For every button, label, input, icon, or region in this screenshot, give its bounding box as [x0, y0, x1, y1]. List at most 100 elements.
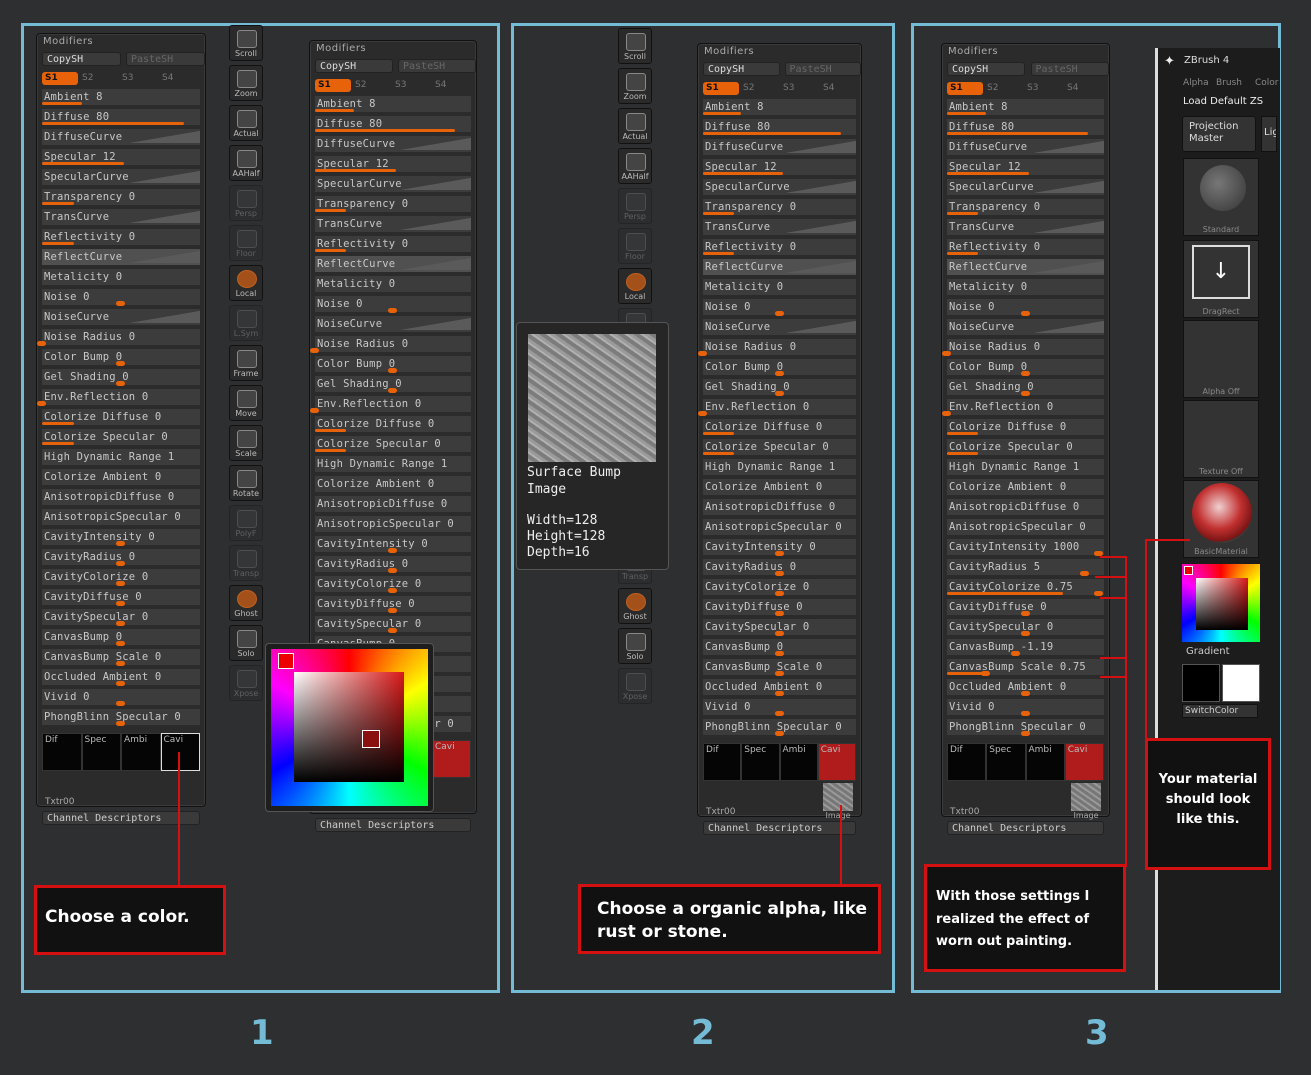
s1b-slider-knob-12[interactable] [310, 348, 319, 353]
s2-channel-dif[interactable]: Dif [703, 743, 742, 781]
s1a-row-14[interactable]: Gel Shading 0 [42, 369, 200, 387]
s2-curve-icon-6[interactable] [786, 221, 856, 233]
s1a-channel-spec[interactable]: Spec [81, 733, 121, 771]
s2-slider-knob-14[interactable] [774, 391, 784, 396]
s2-row-1[interactable]: Diffuse 80 [703, 119, 856, 137]
s2-slider-knob-27[interactable] [774, 651, 784, 656]
s2-row-19[interactable]: Colorize Ambient 0 [703, 479, 856, 497]
s1b-slider-knob-15[interactable] [310, 408, 319, 413]
s1a-row-6[interactable]: TransCurve [42, 209, 200, 227]
s1a-row-24[interactable]: CavityColorize 0 [42, 569, 200, 587]
s1a-slider-bar-5[interactable] [42, 202, 74, 205]
s3-row-15[interactable]: Env.Reflection 0 [942, 399, 1104, 417]
s1b-row-10[interactable]: Noise 0 [315, 296, 471, 314]
s3-slider-bar-3[interactable] [947, 172, 1029, 175]
s2-row-2[interactable]: DiffuseCurve [703, 139, 856, 157]
s3-channel-cavi[interactable]: Cavi [1064, 743, 1104, 781]
s1b-row-6[interactable]: TransCurve [315, 216, 471, 234]
projection-master-button[interactable]: Projection Master [1182, 116, 1256, 152]
s3-slider-bar-1[interactable] [947, 132, 1089, 135]
s3-row-8[interactable]: ReflectCurve [947, 259, 1104, 277]
s2-slot-s4[interactable]: S4 [823, 83, 834, 93]
s2-channel-spec[interactable]: Spec [741, 743, 780, 781]
s1-tool-frame-button[interactable]: Frame [229, 345, 263, 381]
s2-slider-knob-31[interactable] [774, 731, 784, 736]
s1a-row-21[interactable]: AnisotropicSpecular 0 [42, 509, 200, 527]
s3-channel-ambi[interactable]: Ambi [1025, 743, 1065, 781]
s2-row-16[interactable]: Colorize Diffuse 0 [703, 419, 856, 437]
s1b-row-3[interactable]: Specular 12 [315, 156, 471, 174]
s1b-slider-bar-3[interactable] [315, 169, 397, 172]
s3-row-4[interactable]: SpecularCurve [947, 179, 1104, 197]
s1a-channel-ambi[interactable]: Ambi [121, 733, 161, 771]
s2-row-26[interactable]: CavitySpecular 0 [703, 619, 856, 637]
s2-slider-bar-0[interactable] [703, 112, 742, 115]
s2-slot-s2[interactable]: S2 [743, 83, 754, 93]
s1a-slider-bar-0[interactable] [42, 102, 82, 105]
s1a-row-12[interactable]: Noise Radius 0 [37, 329, 200, 347]
zbrush-hue-marker[interactable] [1184, 566, 1193, 575]
s2-curve-icon-2[interactable] [786, 141, 856, 153]
s3-row-27[interactable]: CanvasBump -1.19 [947, 639, 1104, 657]
s1b-slider-bar-1[interactable] [315, 129, 456, 132]
s1a-slot-s2[interactable]: S2 [82, 73, 93, 83]
s1b-pastesh-button[interactable]: PasteSH [398, 59, 477, 73]
s2-row-11[interactable]: NoiseCurve [703, 319, 856, 337]
color-marker[interactable] [362, 730, 380, 748]
s3-row-25[interactable]: CavityDiffuse 0 [947, 599, 1104, 617]
s1b-slot-s1[interactable]: S1 [315, 79, 351, 92]
s1a-curve-icon-6[interactable] [130, 211, 200, 223]
s2-row-3[interactable]: Specular 12 [703, 159, 856, 177]
s1a-slider-knob-27[interactable] [116, 641, 125, 646]
s1a-slider-knob-25[interactable] [116, 601, 125, 606]
s3-slider-knob-25[interactable] [1020, 611, 1030, 616]
s1a-slider-knob-24[interactable] [116, 581, 125, 586]
s1b-row-15[interactable]: Env.Reflection 0 [310, 396, 471, 414]
s1a-slider-knob-22[interactable] [116, 541, 125, 546]
s1b-row-19[interactable]: Colorize Ambient 0 [315, 476, 471, 494]
s2-slider-knob-25[interactable] [774, 611, 784, 616]
s1a-slider-bar-1[interactable] [42, 122, 185, 125]
s1b-row-2[interactable]: DiffuseCurve [315, 136, 471, 154]
s1b-curve-icon-6[interactable] [401, 218, 471, 230]
s1a-slider-knob-28[interactable] [116, 661, 125, 666]
s2-slider-bar-7[interactable] [703, 252, 734, 255]
s1b-row-12[interactable]: Noise Radius 0 [310, 336, 471, 354]
s2-slider-knob-12[interactable] [698, 351, 707, 356]
hue-marker[interactable] [278, 653, 294, 669]
s2-slider-knob-15[interactable] [698, 411, 707, 416]
s2-channel-cavi[interactable]: Cavi [817, 743, 856, 781]
dragrect-stroke-tile[interactable]: ↓ DragRect [1183, 240, 1259, 318]
s1-tool-aahalf-button[interactable]: AAHalf [229, 145, 263, 181]
s1a-row-29[interactable]: Occluded Ambient 0 [42, 669, 200, 687]
s2-row-10[interactable]: Noise 0 [703, 299, 856, 317]
menu-color[interactable]: Color [1255, 78, 1279, 88]
s3-slider-knob-27[interactable] [1011, 651, 1021, 656]
s1-tool-persp-button[interactable]: Persp [229, 185, 263, 221]
light-button[interactable]: Lig [1261, 116, 1277, 152]
s3-curve-icon-2[interactable] [1034, 141, 1104, 153]
s1-tool-move-button[interactable]: Move [229, 385, 263, 421]
s1a-row-17[interactable]: Colorize Specular 0 [42, 429, 200, 447]
gradient-label[interactable]: Gradient [1186, 646, 1230, 657]
s3-row-3[interactable]: Specular 12 [947, 159, 1104, 177]
s1a-slider-knob-10[interactable] [116, 301, 125, 306]
s3-curve-icon-4[interactable] [1034, 181, 1104, 193]
s1a-slot-s1[interactable]: S1 [42, 72, 78, 85]
s1b-slot-s2[interactable]: S2 [355, 80, 366, 90]
s1a-curve-icon-11[interactable] [130, 311, 200, 323]
s3-slider-knob-14[interactable] [1020, 391, 1030, 396]
s3-slider-knob-26[interactable] [1020, 631, 1030, 636]
s1a-row-2[interactable]: DiffuseCurve [42, 129, 200, 147]
s1a-slider-bar-16[interactable] [42, 422, 74, 425]
s3-slider-knob-12[interactable] [942, 351, 951, 356]
s1b-row-4[interactable]: SpecularCurve [315, 176, 471, 194]
s1a-slider-bar-17[interactable] [42, 442, 74, 445]
s1b-slot-s4[interactable]: S4 [435, 80, 446, 90]
s1a-copysh-button[interactable]: CopySH [42, 52, 121, 66]
s1a-slider-knob-13[interactable] [116, 361, 125, 366]
s2-row-23[interactable]: CavityRadius 0 [703, 559, 856, 577]
s3-row-28[interactable]: CanvasBump Scale 0.75 [947, 659, 1104, 677]
s1b-curve-icon-4[interactable] [401, 178, 471, 190]
s1b-row-24[interactable]: CavityColorize 0 [315, 576, 471, 594]
